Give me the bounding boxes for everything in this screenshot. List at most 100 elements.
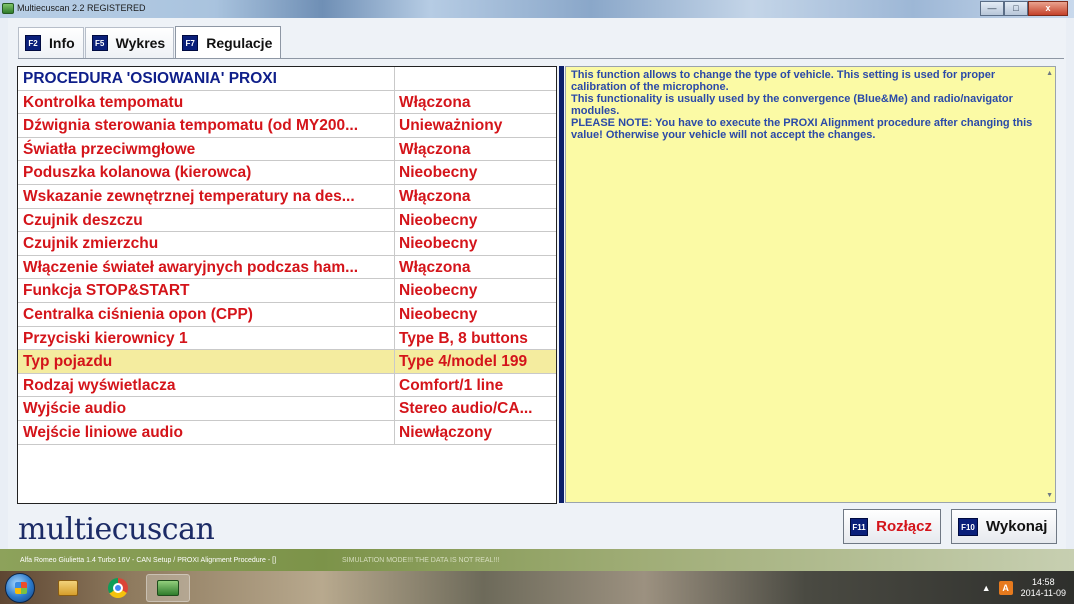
parameter-table[interactable]: PROCEDURA 'OSIOWANIA' PROXI Kontrolka te… xyxy=(17,66,557,504)
windows-logo-icon xyxy=(15,582,27,594)
f7-key-icon: F7 xyxy=(182,35,199,51)
table-row-selected[interactable]: Typ pojazdu Type 4/model 199 xyxy=(18,350,556,374)
status-bar: Alfa Romeo Giulietta 1.4 Turbo 16V - CAN… xyxy=(0,549,1074,571)
tab-label: Wykres xyxy=(115,35,166,51)
window-titlebar[interactable]: Multiecuscan 2.2 REGISTERED — □ x xyxy=(0,0,1074,18)
column-divider xyxy=(394,161,395,185)
row-name: Wskazanie zewnętrznej temperatury na des… xyxy=(23,188,355,205)
tab-divider xyxy=(18,58,1064,59)
table-header-title: PROCEDURA 'OSIOWANIA' PROXI xyxy=(23,70,277,87)
f5-key-icon: F5 xyxy=(91,35,108,51)
tab-info[interactable]: F2 Info xyxy=(18,27,84,58)
maximize-button[interactable]: □ xyxy=(1004,1,1028,16)
description-line: PLEASE NOTE: You have to execute the PRO… xyxy=(571,117,1033,141)
description-line: This function allows to change the type … xyxy=(571,69,996,93)
table-row[interactable]: Kontrolka tempomatu Włączona xyxy=(18,90,556,115)
clock-time: 14:58 xyxy=(1032,577,1055,587)
row-name: Kontrolka tempomatu xyxy=(23,93,184,111)
row-value: Type 4/model 199 xyxy=(399,353,528,371)
button-label: Wykonaj xyxy=(986,518,1048,535)
clock-date: 2014-11-09 xyxy=(1020,588,1066,598)
column-divider xyxy=(394,279,395,303)
row-name: Czujnik zmierzchu xyxy=(23,235,159,253)
chrome-icon xyxy=(108,578,128,598)
row-name: Rodzaj wyświetlacza xyxy=(23,376,176,394)
table-row[interactable]: Światła przeciwmgłowe Włączona xyxy=(18,137,556,162)
table-header-row[interactable]: PROCEDURA 'OSIOWANIA' PROXI xyxy=(18,67,556,91)
clock[interactable]: 14:58 2014-11-09 xyxy=(1021,577,1066,599)
row-name: Wyjście audio xyxy=(23,400,127,418)
row-value: Niewłączony xyxy=(399,424,493,441)
table-row[interactable]: Czujnik zmierzchu Nieobecny xyxy=(18,232,556,256)
row-name: Typ pojazdu xyxy=(23,353,113,371)
folder-icon xyxy=(58,580,78,596)
column-divider xyxy=(394,232,395,256)
column-divider xyxy=(394,114,395,138)
description-panel[interactable]: This function allows to change the type … xyxy=(565,66,1056,503)
start-button[interactable] xyxy=(5,573,35,603)
row-value: Włączona xyxy=(399,93,471,111)
multiecuscan-logo: multiecuscan xyxy=(18,512,215,547)
column-divider xyxy=(394,255,395,280)
row-value: Włączona xyxy=(399,140,471,158)
table-row[interactable]: Wskazanie zewnętrznej temperatury na des… xyxy=(18,185,556,209)
table-row[interactable]: Wyjście audio Stereo audio/CA... xyxy=(18,397,556,421)
row-value: Comfort/1 line xyxy=(399,376,504,394)
column-divider xyxy=(394,208,395,233)
table-row[interactable]: Funkcja STOP&START Nieobecny xyxy=(18,279,556,303)
row-value: Nieobecny xyxy=(399,306,478,323)
table-row[interactable]: Centralka ciśnienia opon (CPP) Nieobecny xyxy=(18,303,556,327)
row-value: Type B, 8 buttons xyxy=(399,329,528,347)
row-value: Włączona xyxy=(399,188,471,205)
show-hidden-icons-arrow-icon[interactable]: ▲ xyxy=(982,583,991,593)
description-line: This functionality is usually used by th… xyxy=(571,93,1013,117)
f10-key-icon: F10 xyxy=(958,517,978,536)
avast-icon[interactable]: A xyxy=(998,581,1013,595)
row-name: Włączenie świateł awaryjnych podczas ham… xyxy=(23,258,359,276)
tab-regulacje[interactable]: F7 Regulacje xyxy=(175,26,282,59)
taskbar-chrome[interactable] xyxy=(96,574,140,602)
status-text: Alfa Romeo Giulietta 1.4 Turbo 16V - CAN… xyxy=(20,557,277,564)
row-value: Stereo audio/CA... xyxy=(399,400,533,418)
table-row[interactable]: Rodzaj wyświetlacza Comfort/1 line xyxy=(18,373,556,398)
scroll-up-arrow-icon[interactable]: ▲ xyxy=(1046,70,1053,77)
panel-splitter[interactable] xyxy=(559,66,564,503)
table-row[interactable]: Przyciski kierownicy 1 Type B, 8 buttons xyxy=(18,326,556,351)
column-divider xyxy=(394,90,395,115)
minimize-button[interactable]: — xyxy=(980,1,1004,16)
close-button[interactable]: x xyxy=(1028,1,1068,16)
scroll-down-arrow-icon[interactable]: ▼ xyxy=(1046,492,1053,499)
system-tray: ▲ A 14:58 2014-11-09 xyxy=(982,574,1066,602)
description-text: This function allows to change the type … xyxy=(571,69,1036,141)
table-row[interactable]: Dźwignia sterowania tempomatu (od MY200.… xyxy=(18,114,556,138)
tab-wykres[interactable]: F5 Wykres xyxy=(84,27,175,58)
column-divider xyxy=(394,397,395,421)
table-row[interactable]: Czujnik deszczu Nieobecny xyxy=(18,208,556,233)
taskbar-multiecuscan[interactable] xyxy=(146,574,190,602)
column-divider xyxy=(394,185,395,209)
row-value: Włączona xyxy=(399,258,471,276)
row-value: Nieobecny xyxy=(399,235,478,253)
taskbar-explorer[interactable] xyxy=(46,574,90,602)
column-divider xyxy=(394,303,395,327)
execute-button[interactable]: F10 Wykonaj xyxy=(951,509,1057,544)
column-divider xyxy=(394,67,395,91)
row-value: Nieobecny xyxy=(399,211,478,229)
simulation-notice: SIMULATION MODE!!! THE DATA IS NOT REAL!… xyxy=(342,557,500,564)
column-divider xyxy=(394,421,395,445)
table-row[interactable]: Poduszka kolanowa (kierowca) Nieobecny xyxy=(18,161,556,185)
column-divider xyxy=(394,137,395,162)
row-value: Nieobecny xyxy=(399,164,478,182)
tab-bar: F2 Info F5 Wykres F7 Regulacje xyxy=(18,26,282,59)
row-name: Poduszka kolanowa (kierowca) xyxy=(23,164,252,182)
row-name: Światła przeciwmgłowe xyxy=(23,140,196,158)
taskbar: ▲ A 14:58 2014-11-09 xyxy=(0,571,1074,604)
column-divider xyxy=(394,326,395,351)
column-divider xyxy=(394,373,395,398)
button-label: Rozłącz xyxy=(876,518,932,535)
app-window: F2 Info F5 Wykres F7 Regulacje PROCEDURA… xyxy=(8,18,1066,549)
disconnect-button[interactable]: F11 Rozłącz xyxy=(843,509,941,544)
window-title: Multiecuscan 2.2 REGISTERED xyxy=(17,3,146,13)
table-row[interactable]: Wejście liniowe audio Niewłączony xyxy=(18,421,556,445)
table-row[interactable]: Włączenie świateł awaryjnych podczas ham… xyxy=(18,255,556,280)
